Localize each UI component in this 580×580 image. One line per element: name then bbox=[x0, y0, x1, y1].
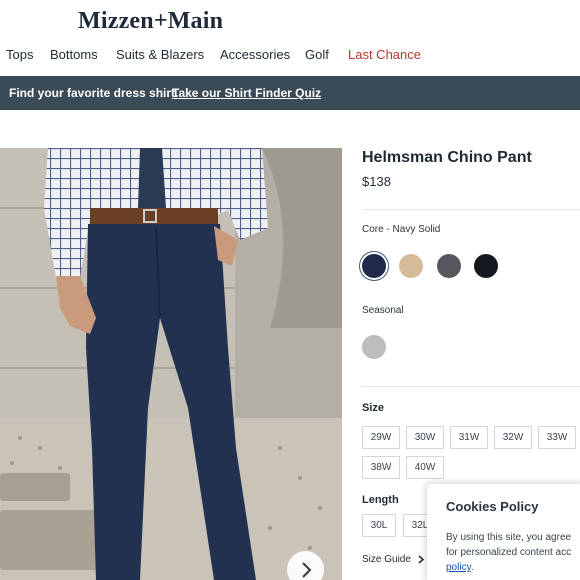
cookie-policy-period: . bbox=[470, 562, 474, 573]
nav-item-accessories[interactable]: Accessories bbox=[220, 47, 290, 62]
color-swatch-black[interactable] bbox=[474, 254, 498, 278]
shirt-finder-quiz-link[interactable]: Take our Shirt Finder Quiz bbox=[172, 86, 321, 100]
color-swatch-navy[interactable] bbox=[362, 254, 386, 278]
cookie-policy-link[interactable]: policy bbox=[446, 562, 471, 573]
banner-text: Find your favorite dress shirt. bbox=[9, 86, 179, 100]
divider bbox=[362, 386, 580, 387]
color-swatch-light-grey[interactable] bbox=[362, 335, 386, 359]
color-group-label-seasonal: Seasonal bbox=[362, 305, 404, 316]
nav-item-tops[interactable]: Tops bbox=[6, 47, 33, 62]
color-swatch-grey[interactable] bbox=[437, 254, 461, 278]
cookie-policy-title: Cookies Policy bbox=[446, 499, 539, 514]
next-image-button[interactable] bbox=[287, 551, 324, 580]
cookie-policy-line: policy. bbox=[446, 560, 580, 575]
nav-item-suits-blazers[interactable]: Suits & Blazers bbox=[116, 47, 204, 62]
length-option-30l[interactable]: 30L bbox=[362, 514, 396, 537]
chevron-right-icon bbox=[301, 561, 311, 578]
product-title: Helmsman Chino Pant bbox=[362, 149, 532, 166]
size-option-32w[interactable]: 32W bbox=[494, 426, 532, 449]
size-option-38w[interactable]: 38W bbox=[362, 456, 400, 479]
nav-item-golf[interactable]: Golf bbox=[305, 47, 329, 62]
cookie-policy-body: By using this site, you agree for person… bbox=[446, 530, 580, 575]
nav-item-last-chance[interactable]: Last Chance bbox=[348, 47, 421, 62]
size-option-31w[interactable]: 31W bbox=[450, 426, 488, 449]
chevron-right-icon bbox=[418, 555, 424, 564]
promo-banner: Find your favorite dress shirt. Take our… bbox=[0, 76, 580, 110]
size-guide-label: Size Guide bbox=[362, 554, 411, 565]
cookie-policy-popup: Cookies Policy By using this site, you a… bbox=[427, 484, 580, 580]
product-photo bbox=[0, 148, 342, 580]
brand-logo[interactable]: Mizzen+Main bbox=[78, 8, 223, 35]
size-option-33w[interactable]: 33W bbox=[538, 426, 576, 449]
size-heading: Size bbox=[362, 402, 385, 414]
divider bbox=[362, 209, 580, 210]
size-guide-link[interactable]: Size Guide bbox=[362, 554, 425, 565]
cookie-policy-line: By using this site, you agree bbox=[446, 532, 572, 543]
size-option-29w[interactable]: 29W bbox=[362, 426, 400, 449]
color-group-label-core: Core - Navy Solid bbox=[362, 224, 441, 235]
cookie-policy-line: for personalized content acc bbox=[446, 547, 572, 558]
product-image-gallery bbox=[0, 148, 342, 580]
size-option-40w[interactable]: 40W bbox=[406, 456, 444, 479]
length-heading: Length bbox=[362, 494, 399, 506]
product-price: $138 bbox=[362, 174, 391, 189]
size-option-30w[interactable]: 30W bbox=[406, 426, 444, 449]
color-swatch-khaki[interactable] bbox=[399, 254, 423, 278]
nav-item-bottoms[interactable]: Bottoms bbox=[50, 47, 98, 62]
